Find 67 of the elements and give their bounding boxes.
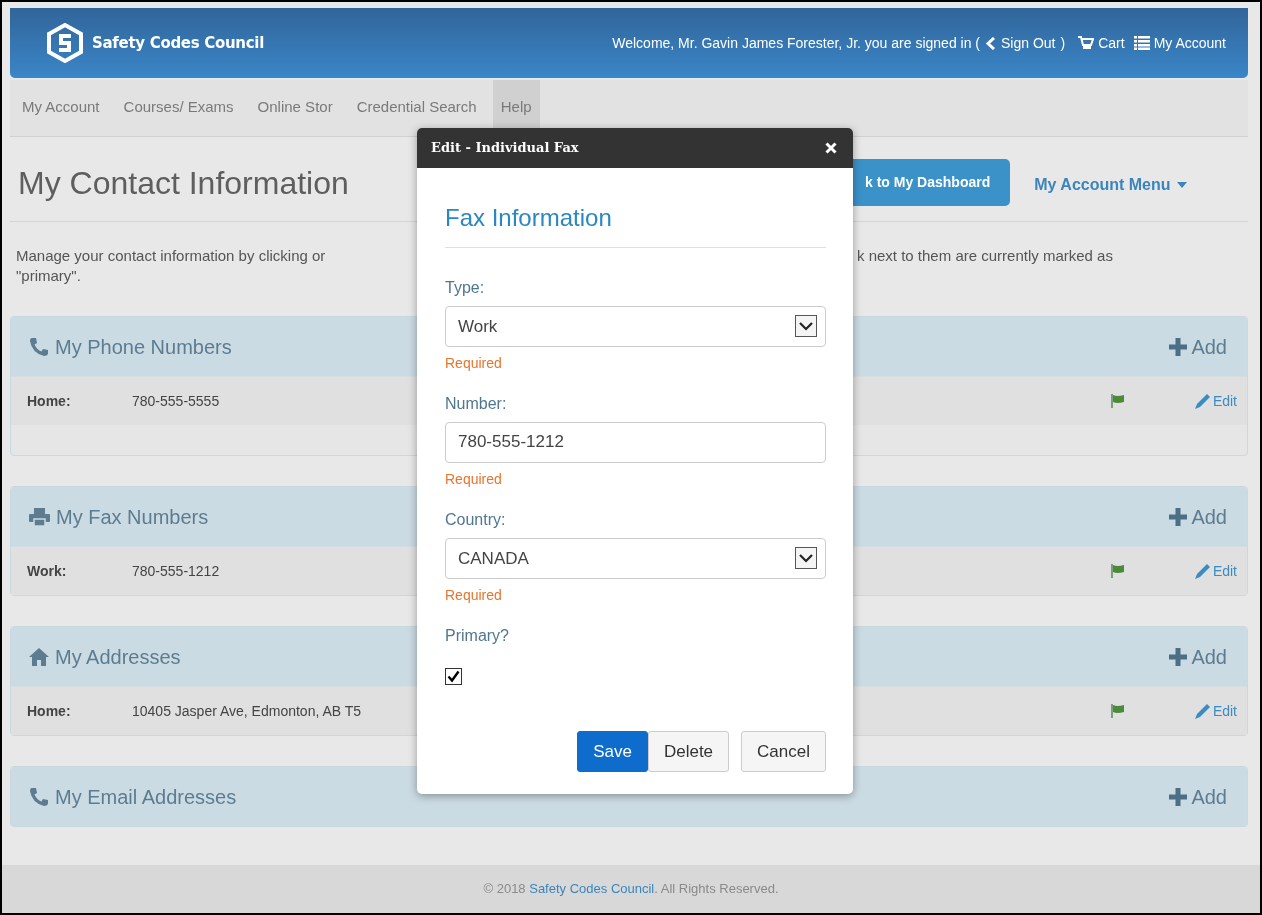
dashboard-button[interactable]: k to My Dashboard — [851, 159, 1011, 206]
nav-link[interactable]: Courses/ Exams — [115, 80, 242, 136]
intro-text: k next to them are currently marked as — [857, 246, 1114, 266]
pencil-icon — [1194, 703, 1210, 719]
dialog-button[interactable]: Cancel — [741, 730, 826, 772]
dialog-button[interactable]: Delete — [647, 730, 730, 772]
edit-link[interactable]: Edit — [1194, 700, 1237, 722]
close-button[interactable] — [825, 142, 837, 154]
add-link[interactable]: Add — [1169, 331, 1227, 362]
copyright-text: © 2018 Safety Codes Council. All Rights Reserved. — [483, 880, 779, 899]
dialog-button[interactable]: Save — [577, 730, 648, 772]
site-name: Safety Codes Council — [92, 32, 264, 54]
phone-icon — [29, 786, 49, 807]
error-text: Required — [445, 469, 503, 489]
add-link[interactable]: Add — [1169, 781, 1227, 812]
add-link[interactable]: Add — [1169, 641, 1227, 672]
row-label: Work: — [27, 561, 68, 581]
intro-text: Manage your contact information by clicking or — [16, 246, 327, 266]
plus-icon — [1169, 647, 1188, 666]
phone-icon — [29, 336, 49, 357]
select-field[interactable]: Work — [445, 305, 826, 347]
section-heading: Fax Information — [445, 204, 613, 233]
cart-icon — [1078, 36, 1095, 50]
plus-icon — [1169, 337, 1188, 356]
field-label: Number: — [445, 393, 508, 414]
add-link[interactable]: Add — [1169, 501, 1227, 532]
plus-icon — [1169, 507, 1188, 526]
caret-icon — [1176, 182, 1187, 188]
panel-title: My Addresses — [55, 644, 181, 670]
row-value: 780-555-1212 — [132, 562, 220, 579]
edit-link[interactable]: Edit — [1194, 560, 1237, 582]
modal-title: Edit - Individual Fax — [431, 139, 579, 158]
list-icon — [1133, 36, 1150, 50]
error-text: Required — [445, 353, 503, 373]
printer-icon — [29, 507, 50, 526]
sign-out-link[interactable]: Sign Out — [985, 32, 1056, 54]
welcome-text: Welcome, Mr. Gavin James Forester, Jr. you are signed in ( — [612, 33, 980, 53]
panel-title: My Fax Numbers — [56, 504, 209, 530]
page-title: My Contact Information — [17, 164, 350, 203]
plus-icon — [1169, 787, 1188, 806]
intro-text: "primary". — [16, 266, 82, 286]
paren-text: ) — [1060, 33, 1066, 53]
field-label: Primary? — [445, 625, 510, 646]
nav-link[interactable]: Online Stor — [249, 80, 341, 136]
pencil-icon — [1194, 393, 1210, 409]
field-label: Country: — [445, 509, 507, 530]
logo-icon — [46, 23, 84, 63]
row-label: Home: — [27, 391, 72, 411]
home-icon — [29, 647, 49, 666]
row-label: Home: — [27, 701, 72, 721]
chevron-left-icon — [985, 36, 997, 50]
close-icon — [825, 142, 837, 154]
cart-link[interactable]: Cart — [1078, 32, 1125, 54]
pencil-icon — [1194, 563, 1210, 579]
error-text: Required — [445, 585, 503, 605]
checkbox[interactable] — [445, 667, 462, 685]
number-input[interactable]: 780-555-1212 — [445, 421, 826, 463]
nav-link[interactable]: My Account — [14, 80, 108, 136]
select-field[interactable]: CANADA — [445, 537, 826, 579]
row-value: 10405 Jasper Ave, Edmonton, AB T5 — [132, 702, 362, 719]
edit-link[interactable]: Edit — [1194, 390, 1237, 412]
account-menu-link[interactable]: My Account Menu — [1034, 173, 1187, 197]
panel-title: My Email Addresses — [55, 784, 237, 810]
field-label: Type: — [445, 277, 486, 298]
row-value: 780-555-5555 — [132, 392, 220, 409]
panel-title: My Phone Numbers — [55, 334, 232, 360]
account-link[interactable]: My Account — [1133, 32, 1226, 54]
